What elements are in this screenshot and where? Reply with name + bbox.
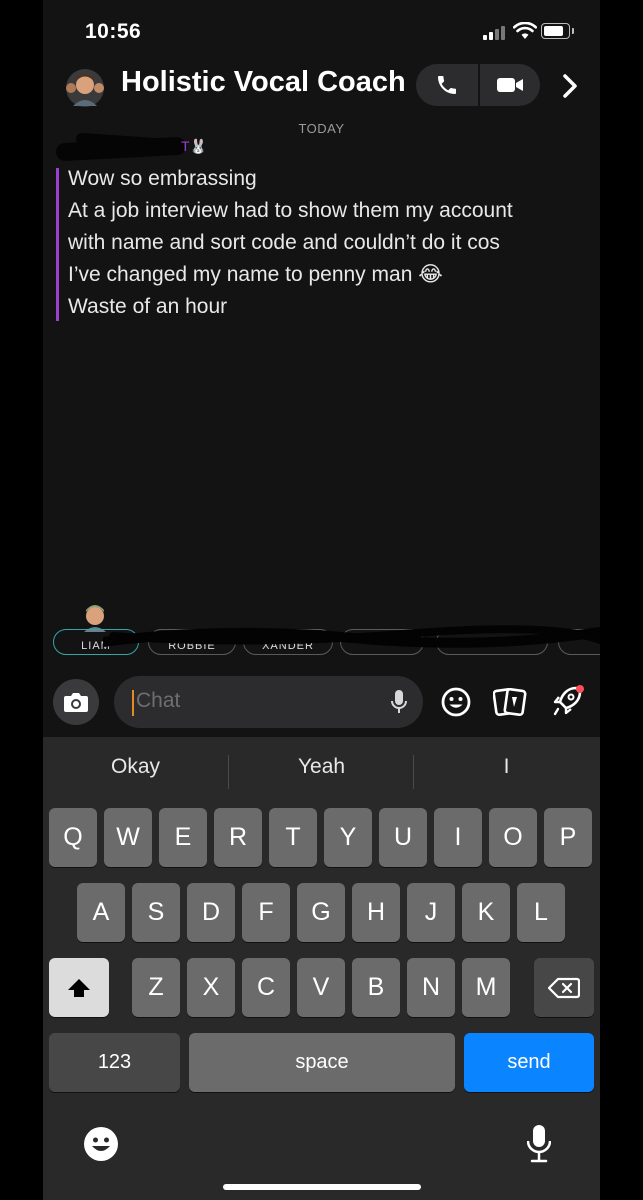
chat-title[interactable]: Holistic Vocal Coach [121, 66, 406, 99]
numbers-key[interactable]: 123 [49, 1033, 180, 1092]
key-u[interactable]: U [379, 808, 427, 867]
key-w[interactable]: W [104, 808, 152, 867]
key-c[interactable]: C [242, 958, 290, 1017]
key-m[interactable]: M [462, 958, 510, 1017]
message-line: Waste of an hour [68, 295, 228, 318]
key-b[interactable]: B [352, 958, 400, 1017]
wifi-icon [513, 22, 537, 39]
key-k[interactable]: K [462, 883, 510, 942]
shift-icon [68, 978, 90, 997]
send-key[interactable]: send [464, 1033, 594, 1092]
backspace-icon [548, 977, 580, 998]
cellular-signal-icon [483, 26, 507, 40]
rocket-icon[interactable] [550, 682, 586, 718]
suggestion-yeah[interactable]: Yeah [229, 755, 414, 779]
key-h[interactable]: H [352, 883, 400, 942]
key-r[interactable]: R [214, 808, 262, 867]
key-l[interactable]: L [517, 883, 565, 942]
key-n[interactable]: N [407, 958, 455, 1017]
sender-name: T🐰 [55, 132, 216, 162]
mic-icon[interactable] [391, 689, 407, 715]
key-q[interactable]: Q [49, 808, 97, 867]
message-body[interactable]: Wow so embrassing At a job interview had… [68, 163, 588, 323]
key-p[interactable]: P [544, 808, 592, 867]
video-icon [497, 78, 523, 92]
key-o[interactable]: O [489, 808, 537, 867]
key-x[interactable]: X [187, 958, 235, 1017]
text-caret [132, 690, 134, 716]
keyboard-emoji-icon[interactable] [83, 1126, 119, 1162]
backspace-key[interactable] [534, 958, 594, 1017]
video-call-button[interactable] [480, 64, 540, 106]
suggestion-i[interactable]: I [414, 755, 599, 779]
chevron-right-icon[interactable] [558, 72, 582, 100]
key-e[interactable]: E [159, 808, 207, 867]
home-indicator[interactable] [223, 1184, 421, 1190]
sender-name-suffix: T🐰 [181, 138, 207, 154]
phone-icon [438, 76, 456, 94]
message-line: At a job interview had to show them my a… [68, 199, 513, 222]
key-y[interactable]: Y [324, 808, 372, 867]
suggestion-okay[interactable]: Okay [43, 755, 228, 779]
message-line: Wow so embrassing [68, 167, 257, 190]
emoji-icon[interactable] [440, 686, 472, 718]
battery-icon [541, 23, 574, 39]
snapchat-chat-screen: 10:56 Holistic Vocal Coach TODAY T🐰 Wow … [43, 0, 600, 1200]
camera-button[interactable] [53, 679, 99, 725]
cards-icon[interactable] [493, 686, 527, 718]
key-g[interactable]: G [297, 883, 345, 942]
key-a[interactable]: A [77, 883, 125, 942]
key-d[interactable]: D [187, 883, 235, 942]
status-time: 10:56 [85, 20, 142, 43]
chat-input[interactable]: Chat [114, 676, 423, 728]
key-j[interactable]: J [407, 883, 455, 942]
message-accent-bar [56, 168, 59, 321]
friend-avatar[interactable] [63, 68, 107, 108]
key-v[interactable]: V [297, 958, 345, 1017]
message-line: I’ve changed my name to penny man 😂 [68, 263, 443, 286]
key-z[interactable]: Z [132, 958, 180, 1017]
message-line: with name and sort code and couldn’t do … [68, 231, 500, 254]
keyboard-mic-icon[interactable] [527, 1124, 551, 1164]
camera-icon [64, 693, 88, 712]
key-t[interactable]: T [269, 808, 317, 867]
redaction-scribble [103, 625, 600, 648]
shift-key[interactable] [49, 958, 109, 1017]
chat-placeholder: Chat [136, 689, 181, 712]
voice-call-button[interactable] [416, 64, 478, 106]
key-i[interactable]: I [434, 808, 482, 867]
call-buttons-group [416, 64, 540, 106]
key-f[interactable]: F [242, 883, 290, 942]
key-s[interactable]: S [132, 883, 180, 942]
keyboard: Okay Yeah I Q W E R T Y U I O P A S D F … [43, 737, 600, 1200]
space-key[interactable]: space [189, 1033, 455, 1092]
